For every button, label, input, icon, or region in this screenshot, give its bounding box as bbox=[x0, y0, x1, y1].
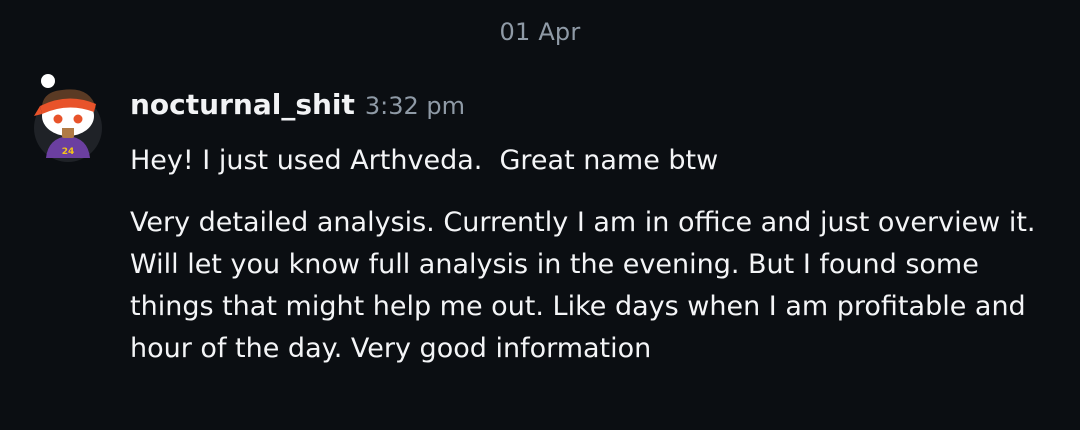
message-timestamp: 3:32 pm bbox=[364, 92, 466, 120]
reddit-snoo-avatar-icon: 24 bbox=[34, 74, 102, 162]
message-author[interactable]: nocturnal_shit bbox=[130, 88, 355, 121]
user-avatar[interactable]: 24 bbox=[32, 72, 106, 164]
chat-message: nocturnal_shit 3:32 pm Hey! I just used … bbox=[130, 88, 1060, 370]
date-divider: 01 Apr bbox=[499, 18, 581, 46]
svg-text:24: 24 bbox=[62, 147, 75, 157]
message-header: nocturnal_shit 3:32 pm bbox=[130, 88, 1060, 128]
message-text-line: Hey! I just used Arthveda. Great name bt… bbox=[130, 145, 719, 176]
message-text-paragraph: Very detailed analysis. Currently I am i… bbox=[130, 207, 1036, 364]
